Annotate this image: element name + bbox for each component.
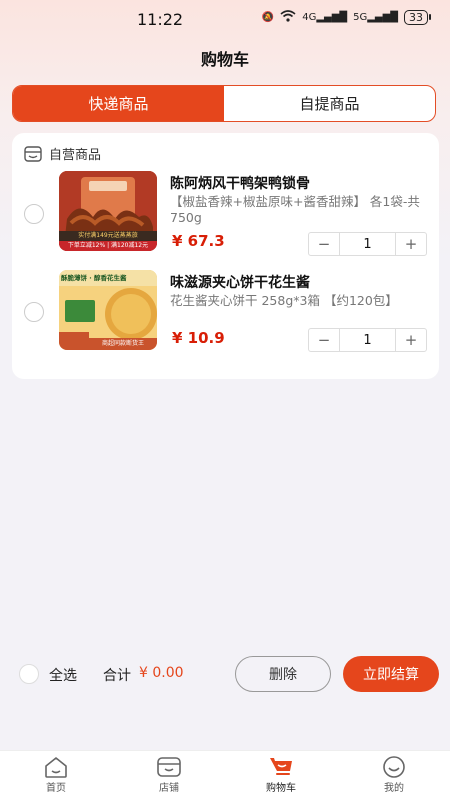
tab-cart-label: 购物车 xyxy=(266,783,296,794)
quantity-stepper: − 1 + xyxy=(308,328,427,352)
increase-button[interactable]: + xyxy=(396,233,426,255)
increase-button[interactable]: + xyxy=(396,329,426,351)
quantity-value[interactable]: 1 xyxy=(339,233,396,255)
signal-5g-icon: 5G▂▄▆█ xyxy=(353,12,398,23)
shop-icon xyxy=(157,757,181,777)
product-name[interactable]: 陈阿炳风干鸭架鸭锁骨 xyxy=(170,173,310,193)
quantity-stepper: − 1 + xyxy=(308,232,427,256)
decrease-button[interactable]: − xyxy=(309,233,339,255)
delete-button[interactable]: 删除 xyxy=(235,656,331,692)
tab-profile[interactable]: 我的 xyxy=(364,755,424,794)
tab-shop-label: 店铺 xyxy=(159,783,179,794)
item-checkbox[interactable] xyxy=(24,204,44,224)
product-image: 实付满149元送蒸蒸旅 下单立减12% | 满120减12元 xyxy=(59,171,157,251)
tab-profile-label: 我的 xyxy=(384,783,404,794)
quantity-value[interactable]: 1 xyxy=(339,329,396,351)
product-spec: 花生酱夹心饼干 258g*3箱 【约120包】 xyxy=(170,293,398,308)
thumb-promo-2: 下单立减12% | 满120减12元 xyxy=(67,242,149,249)
select-all-label[interactable]: 全选 xyxy=(49,665,77,685)
total-amount: ¥ 0.00 xyxy=(139,665,184,681)
tab-home-label: 首页 xyxy=(46,783,66,794)
product-name[interactable]: 味滋源夹心饼干花生酱 xyxy=(170,272,310,292)
tab-shop[interactable]: 店铺 xyxy=(139,755,199,794)
section-label: 自营商品 xyxy=(49,148,102,163)
thumb-promo-1: 实付满149元送蒸蒸旅 xyxy=(78,232,138,239)
status-icons: 🔕 4G▂▄▆█ 5G▂▄▆█ 33 xyxy=(261,10,431,25)
tab-express[interactable]: 快递商品 xyxy=(13,86,224,121)
product-image: 酥脆薄饼 · 醇香花生酱 商超同款断货王 xyxy=(59,270,157,350)
cart-icon xyxy=(270,758,292,775)
page-title: 购物车 xyxy=(200,50,249,69)
wifi-icon xyxy=(280,10,296,25)
cart-item: 酥脆薄饼 · 醇香花生酱 商超同款断货王 味滋源夹心饼干花生酱 花生酱夹心饼干 … xyxy=(12,270,439,358)
product-spec: 【椒盐香辣+椒盐原味+酱香甜辣】 各1袋-共750g xyxy=(170,194,420,225)
store-icon xyxy=(24,145,42,162)
cart-item: 实付满149元送蒸蒸旅 下单立减12% | 满120减12元 陈阿炳风干鸭架鸭锁… xyxy=(12,171,439,259)
thumb-promo-2: 商超同款断货王 xyxy=(101,340,144,347)
battery-icon: 33 xyxy=(404,10,431,25)
checkout-button[interactable]: 立即结算 xyxy=(343,656,439,692)
total-label: 合计 xyxy=(103,668,131,684)
thumb-promo-1: 酥脆薄饼 · 醇香花生酱 xyxy=(61,274,127,282)
item-checkbox[interactable] xyxy=(24,302,44,322)
select-all-checkbox[interactable] xyxy=(19,664,39,684)
profile-icon xyxy=(383,756,405,778)
section-header: 自营商品 xyxy=(24,144,101,163)
status-time: 11:22 xyxy=(137,10,184,29)
decrease-button[interactable]: − xyxy=(309,329,339,351)
product-price: ¥ 67.3 xyxy=(172,232,225,250)
tab-home[interactable]: 首页 xyxy=(26,755,86,794)
delivery-tabs: 快递商品 自提商品 xyxy=(12,85,436,122)
home-icon xyxy=(45,757,67,778)
checkout-bar: 全选 合计 ¥ 0.00 删除 立即结算 xyxy=(0,652,450,698)
cart-card: 自营商品 实付满149元送蒸蒸旅 下单立减12% | 满120减12元 陈阿炳风… xyxy=(12,133,439,379)
tab-cart[interactable]: 购物车 xyxy=(251,755,311,794)
status-bar: 11:22 🔕 4G▂▄▆█ 5G▂▄▆█ 33 xyxy=(0,8,450,32)
mute-icon: 🔕 xyxy=(261,12,275,23)
tab-pickup[interactable]: 自提商品 xyxy=(224,86,435,121)
signal-4g-icon: 4G▂▄▆█ xyxy=(302,12,348,23)
product-price: ¥ 10.9 xyxy=(172,329,225,347)
bottom-tabbar: 首页 店铺 购物车 我的 xyxy=(0,750,450,801)
